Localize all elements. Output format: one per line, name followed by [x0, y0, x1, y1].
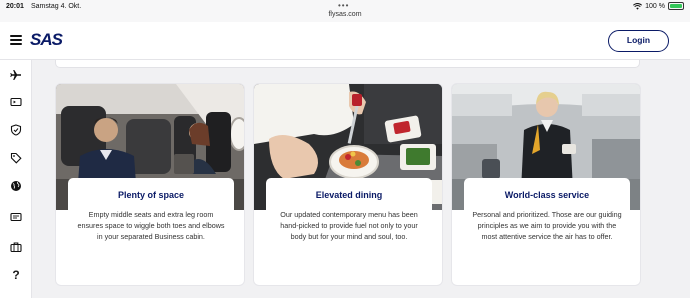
card-description: Empty middle seats and extra leg room en… — [77, 210, 225, 241]
sas-logo[interactable]: SAS — [30, 30, 63, 50]
wifi-icon — [633, 2, 643, 10]
boarding-pass-icon[interactable] — [9, 95, 23, 109]
status-indicators: 100 % — [633, 2, 684, 10]
card-description: Our updated contemporary menu has been h… — [280, 210, 418, 241]
globe-icon[interactable] — [9, 179, 23, 193]
card-content: Elevated dining Our updated contemporary… — [266, 178, 432, 285]
main-content: Plenty of space Empty middle seats and e… — [33, 60, 690, 298]
feature-card-service: World-class service Personal and priorit… — [451, 83, 641, 286]
briefcase-icon[interactable] — [9, 240, 23, 254]
tag-icon[interactable] — [9, 151, 23, 165]
status-bar: 20:01 Samstag 4. Okt. ••• flysas.com 100… — [0, 0, 690, 22]
status-date: Samstag 4. Okt. — [31, 3, 82, 10]
card-title: World-class service — [504, 190, 590, 200]
previous-section-panel — [55, 60, 640, 68]
card-description: Personal and prioritized. Those are our … — [472, 210, 622, 241]
battery-label: 100 % — [645, 2, 665, 10]
feature-card-space: Plenty of space Empty middle seats and e… — [55, 83, 245, 286]
url-text: flysas.com — [328, 11, 362, 18]
battery-icon — [668, 2, 684, 10]
login-button[interactable]: Login — [608, 30, 669, 52]
site-header: SAS Login — [0, 22, 690, 60]
card-title: Plenty of space — [117, 190, 185, 200]
multitasking-dots-icon[interactable]: ••• — [338, 1, 349, 10]
feature-card-dining: Elevated dining Our updated contemporary… — [253, 83, 443, 286]
card-content: Plenty of space Empty middle seats and e… — [68, 178, 234, 285]
shield-check-icon[interactable] — [9, 123, 23, 137]
side-nav: ? — [0, 60, 32, 298]
menu-icon[interactable] — [10, 35, 22, 45]
status-time: 20:01 — [6, 3, 24, 10]
card-content: World-class service Personal and priorit… — [464, 178, 630, 285]
help-icon[interactable]: ? — [9, 268, 23, 282]
card-title: Elevated dining — [315, 190, 383, 200]
airplane-icon[interactable] — [9, 68, 23, 82]
address-bar[interactable]: flysas.com — [0, 11, 690, 18]
id-card-icon[interactable] — [9, 210, 23, 224]
